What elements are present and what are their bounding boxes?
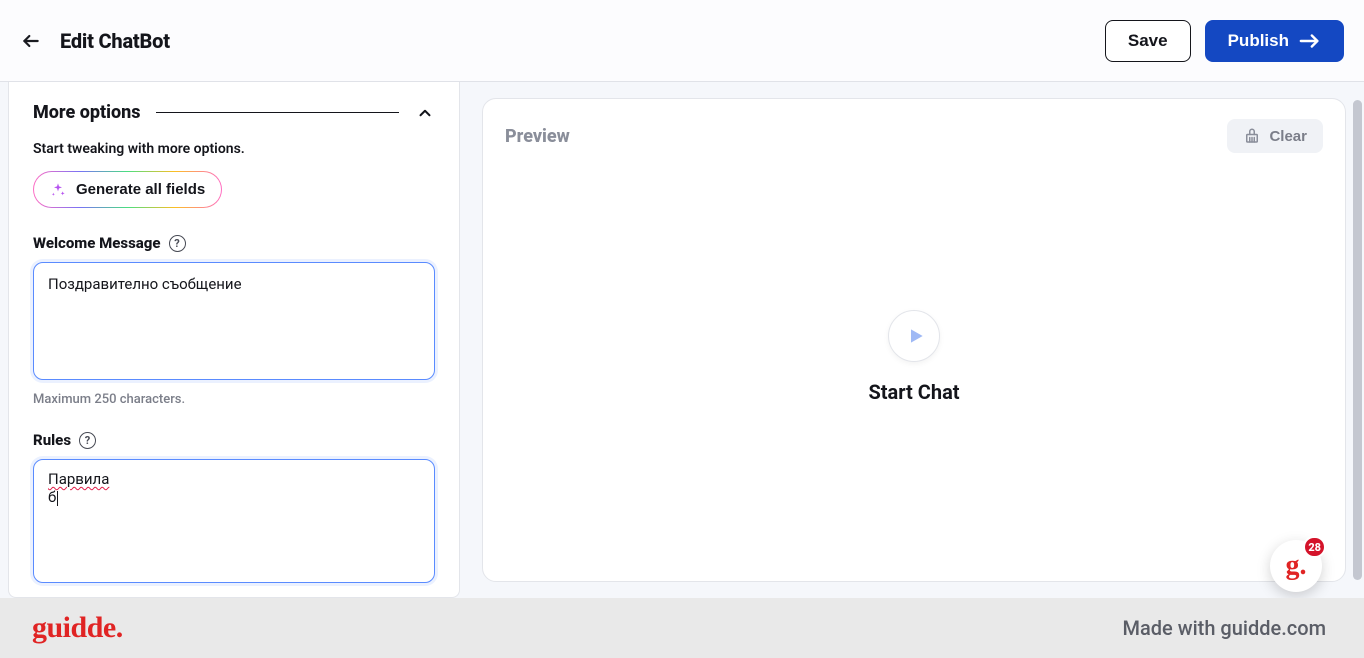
section-divider — [156, 112, 399, 114]
scrollbar[interactable] — [1353, 100, 1362, 580]
guidde-float-badge[interactable]: g. 28 — [1270, 540, 1322, 592]
help-icon[interactable]: ? — [79, 432, 96, 449]
rules-line1: Парвила — [48, 470, 109, 488]
rules-label: Rules — [33, 431, 71, 449]
broom-icon — [1243, 127, 1261, 145]
header-actions: Save Publish — [1105, 20, 1344, 62]
clear-button-label: Clear — [1269, 128, 1307, 145]
start-chat-label: Start Chat — [868, 380, 959, 404]
section-header: More options — [33, 102, 435, 123]
clear-button[interactable]: Clear — [1227, 119, 1323, 153]
back-arrow-icon[interactable] — [20, 30, 42, 52]
arrow-right-icon — [1299, 34, 1321, 48]
main-area: More options Start tweaking with more op… — [0, 82, 1364, 598]
play-button[interactable] — [888, 310, 940, 362]
preview-title: Preview — [505, 126, 570, 147]
options-panel: More options Start tweaking with more op… — [8, 82, 460, 598]
notification-count: 28 — [1303, 536, 1326, 558]
preview-area: Preview Clear Start Chat — [460, 82, 1364, 598]
made-with-text: Made with guidde.com — [1123, 616, 1327, 640]
header-left: Edit ChatBot — [20, 29, 170, 53]
preview-center: Start Chat — [505, 153, 1323, 561]
welcome-helper-text: Maximum 250 characters. — [33, 392, 435, 407]
section-description: Start tweaking with more options. — [33, 141, 435, 157]
guidde-logo: guidde. — [32, 611, 123, 645]
text-caret — [57, 491, 58, 506]
footer-watermark: guidde. Made with guidde.com — [0, 598, 1364, 658]
welcome-label-row: Welcome Message ? — [33, 234, 435, 252]
generate-button-label: Generate all fields — [76, 181, 205, 198]
header-bar: Edit ChatBot Save Publish — [0, 0, 1364, 82]
publish-button[interactable]: Publish — [1205, 20, 1344, 62]
play-icon — [906, 326, 926, 346]
save-button[interactable]: Save — [1105, 20, 1191, 62]
rules-line2: б — [48, 488, 56, 506]
preview-header: Preview Clear — [505, 119, 1323, 153]
rules-label-row: Rules ? — [33, 431, 435, 449]
guidde-g-icon: g. — [1286, 550, 1307, 582]
sparkle-icon — [50, 182, 66, 198]
rules-textarea[interactable]: Парвила б — [33, 459, 435, 583]
welcome-label: Welcome Message — [33, 234, 161, 252]
welcome-message-textarea[interactable] — [33, 262, 435, 380]
chevron-up-icon[interactable] — [415, 103, 435, 123]
generate-all-fields-button[interactable]: Generate all fields — [33, 171, 222, 208]
publish-button-label: Publish — [1228, 31, 1289, 51]
help-icon[interactable]: ? — [169, 235, 186, 252]
preview-card: Preview Clear Start Chat — [482, 98, 1346, 582]
page-title: Edit ChatBot — [60, 29, 170, 53]
section-title: More options — [33, 102, 140, 123]
